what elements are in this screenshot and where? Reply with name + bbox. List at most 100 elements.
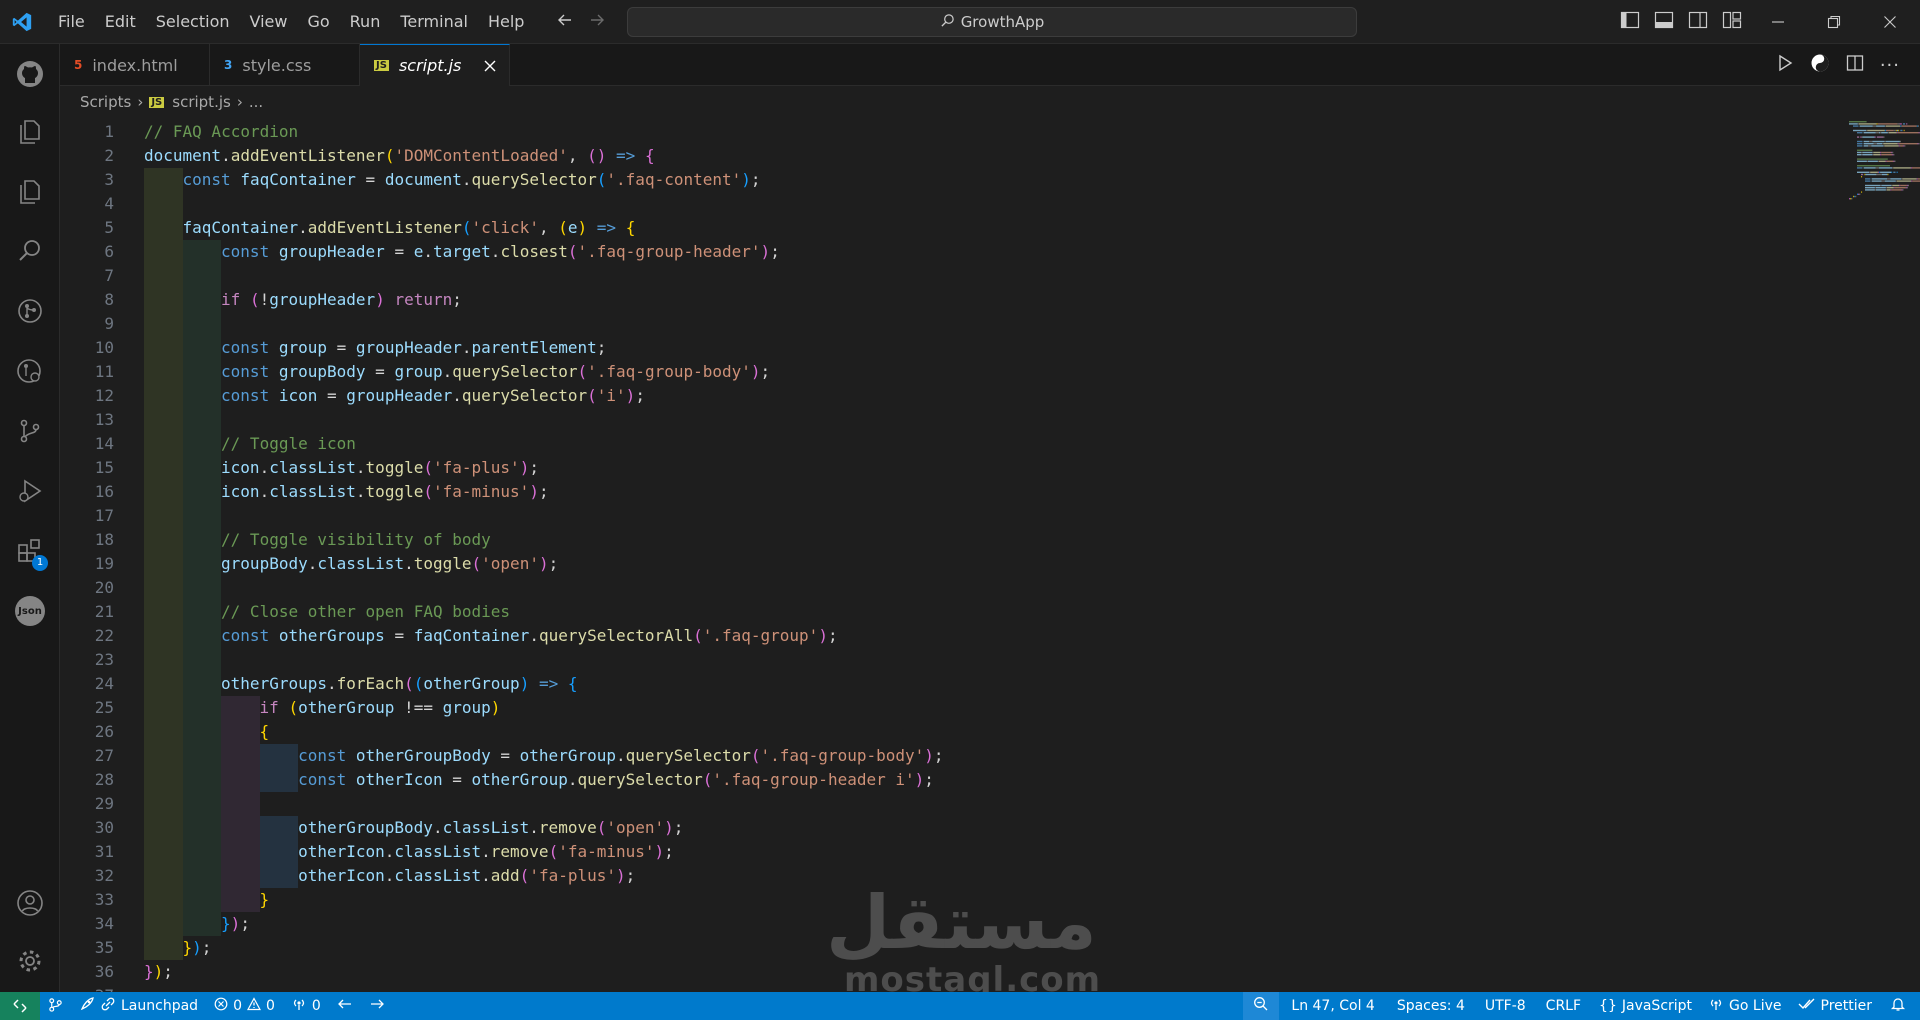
minimap-line bbox=[1884, 125, 1886, 127]
notifications-status[interactable] bbox=[1880, 992, 1920, 1020]
git-graph-status[interactable] bbox=[40, 992, 71, 1020]
run-code-icon[interactable] bbox=[1776, 54, 1794, 76]
minimap-line bbox=[1860, 136, 1862, 138]
tab-script-js[interactable]: JS script.js bbox=[360, 44, 510, 86]
code-token: querySelector bbox=[471, 170, 597, 189]
files-icon[interactable] bbox=[0, 167, 60, 215]
yin-yang-icon[interactable] bbox=[1810, 53, 1830, 77]
minimap-line bbox=[1858, 123, 1877, 125]
code-line: 21 // Close other open FAQ bodies bbox=[60, 600, 1860, 624]
close-tab-icon[interactable] bbox=[483, 58, 497, 77]
git-graph-icon[interactable] bbox=[0, 287, 60, 335]
minimap-line bbox=[1905, 187, 1907, 189]
zoom-out-status[interactable] bbox=[1243, 992, 1280, 1020]
minimap-line bbox=[1861, 154, 1863, 156]
run-debug-icon[interactable] bbox=[0, 467, 60, 515]
menu-item-view[interactable]: View bbox=[240, 0, 298, 44]
customize-layout-icon[interactable] bbox=[1722, 11, 1742, 33]
breadcrumb-more[interactable]: ... bbox=[249, 93, 263, 111]
breadcrumb-file[interactable]: script.js bbox=[172, 93, 231, 111]
tab-style-css[interactable]: 3 style.css bbox=[210, 44, 360, 86]
code-token: ) bbox=[529, 482, 539, 501]
encoding-status[interactable]: UTF-8 bbox=[1475, 992, 1536, 1020]
toggle-panel-icon[interactable] bbox=[1654, 11, 1674, 33]
remote-indicator-icon[interactable] bbox=[0, 992, 40, 1020]
code-token: document bbox=[144, 146, 222, 165]
code-token: ; bbox=[201, 938, 212, 957]
code-token: ) bbox=[654, 842, 665, 861]
extensions-icon[interactable]: 1 bbox=[0, 527, 60, 575]
menu-item-selection[interactable]: Selection bbox=[146, 0, 240, 44]
code-token: ( bbox=[693, 626, 703, 645]
minimap-line bbox=[1901, 125, 1917, 127]
code-token: document bbox=[384, 170, 462, 189]
code-token: parentElement bbox=[471, 338, 597, 357]
minimap-line bbox=[1898, 129, 1900, 132]
indent-guide bbox=[182, 840, 222, 864]
ports-status[interactable]: 0 bbox=[283, 992, 329, 1020]
minimap-line bbox=[1862, 136, 1875, 138]
toggle-secondary-sidebar-icon[interactable] bbox=[1688, 11, 1708, 33]
minimap-line bbox=[1891, 184, 1893, 187]
restore-icon[interactable] bbox=[1806, 0, 1862, 44]
back-arrow-icon[interactable] bbox=[556, 11, 574, 33]
indentation-status[interactable]: Spaces: 4 bbox=[1387, 992, 1475, 1020]
prettier-status[interactable]: Prettier bbox=[1790, 992, 1881, 1020]
minimize-icon[interactable] bbox=[1750, 0, 1806, 44]
close-window-icon[interactable] bbox=[1862, 0, 1918, 44]
code-token: otherGroup bbox=[471, 770, 568, 789]
json-icon[interactable]: Json bbox=[0, 587, 60, 635]
code-token: 'open' bbox=[481, 554, 539, 573]
problems-status[interactable]: 0 0 bbox=[206, 992, 283, 1020]
minimap-line bbox=[1898, 143, 1918, 145]
remote-explorer-icon[interactable] bbox=[0, 347, 60, 395]
nav-forward-status[interactable] bbox=[361, 992, 393, 1020]
menu-item-terminal[interactable]: Terminal bbox=[390, 0, 478, 44]
explorer-icon[interactable] bbox=[0, 107, 60, 155]
github-icon[interactable] bbox=[0, 50, 60, 98]
line-number: 2 bbox=[104, 146, 114, 165]
minimap-line bbox=[1879, 132, 1881, 134]
settings-gear-icon[interactable] bbox=[0, 937, 60, 985]
eol-status[interactable]: CRLF bbox=[1536, 992, 1591, 1020]
go-live-status[interactable]: Go Live bbox=[1700, 992, 1789, 1020]
search-icon[interactable] bbox=[0, 227, 60, 275]
code-token: '.faq-group-body' bbox=[587, 362, 751, 381]
language-mode-status[interactable]: {} JavaScript bbox=[1591, 992, 1700, 1020]
code-token: ; bbox=[529, 458, 539, 477]
minimap[interactable] bbox=[1845, 117, 1920, 992]
code-editor[interactable]: 1// FAQ Accordion 2 document.addEventListe… bbox=[60, 117, 1920, 992]
indent-guide bbox=[182, 504, 222, 528]
code-token: ; bbox=[750, 170, 761, 189]
menu-bar: File Edit Selection View Go Run Terminal Help bbox=[48, 0, 534, 44]
menu-item-file[interactable]: File bbox=[48, 0, 95, 44]
minimap-line bbox=[1917, 143, 1919, 145]
minimap-line bbox=[1865, 184, 1881, 187]
code-line: 17 bbox=[60, 504, 1860, 528]
code-token: remove bbox=[538, 818, 597, 837]
menu-item-go[interactable]: Go bbox=[297, 0, 339, 44]
menu-item-edit[interactable]: Edit bbox=[95, 0, 146, 44]
tab-index-html[interactable]: 5 index.html bbox=[60, 44, 210, 86]
line-number: 21 bbox=[94, 602, 114, 621]
forward-arrow-icon[interactable] bbox=[588, 11, 606, 33]
more-actions-icon[interactable]: ··· bbox=[1880, 55, 1900, 76]
command-center-search[interactable]: GrowthApp bbox=[627, 7, 1357, 37]
code-line: 26 { bbox=[60, 720, 1860, 744]
source-control-icon[interactable] bbox=[0, 407, 60, 455]
launchpad-status[interactable]: Launchpad bbox=[71, 992, 206, 1020]
split-editor-icon[interactable] bbox=[1846, 54, 1864, 76]
minimap-line bbox=[1880, 184, 1882, 187]
minimap-line bbox=[1880, 154, 1882, 156]
account-icon[interactable] bbox=[0, 879, 60, 927]
code-token: faqContainer bbox=[413, 626, 530, 645]
menu-item-help[interactable]: Help bbox=[478, 0, 534, 44]
cursor-position-status[interactable]: Ln 47, Col 4 bbox=[1279, 992, 1386, 1020]
toggle-primary-sidebar-icon[interactable] bbox=[1620, 11, 1640, 33]
minimap-line bbox=[1857, 143, 1863, 145]
menu-item-run[interactable]: Run bbox=[340, 0, 391, 44]
nav-back-status[interactable] bbox=[329, 992, 361, 1020]
breadcrumb-folder[interactable]: Scripts bbox=[80, 93, 131, 111]
minimap-line bbox=[1910, 167, 1912, 169]
